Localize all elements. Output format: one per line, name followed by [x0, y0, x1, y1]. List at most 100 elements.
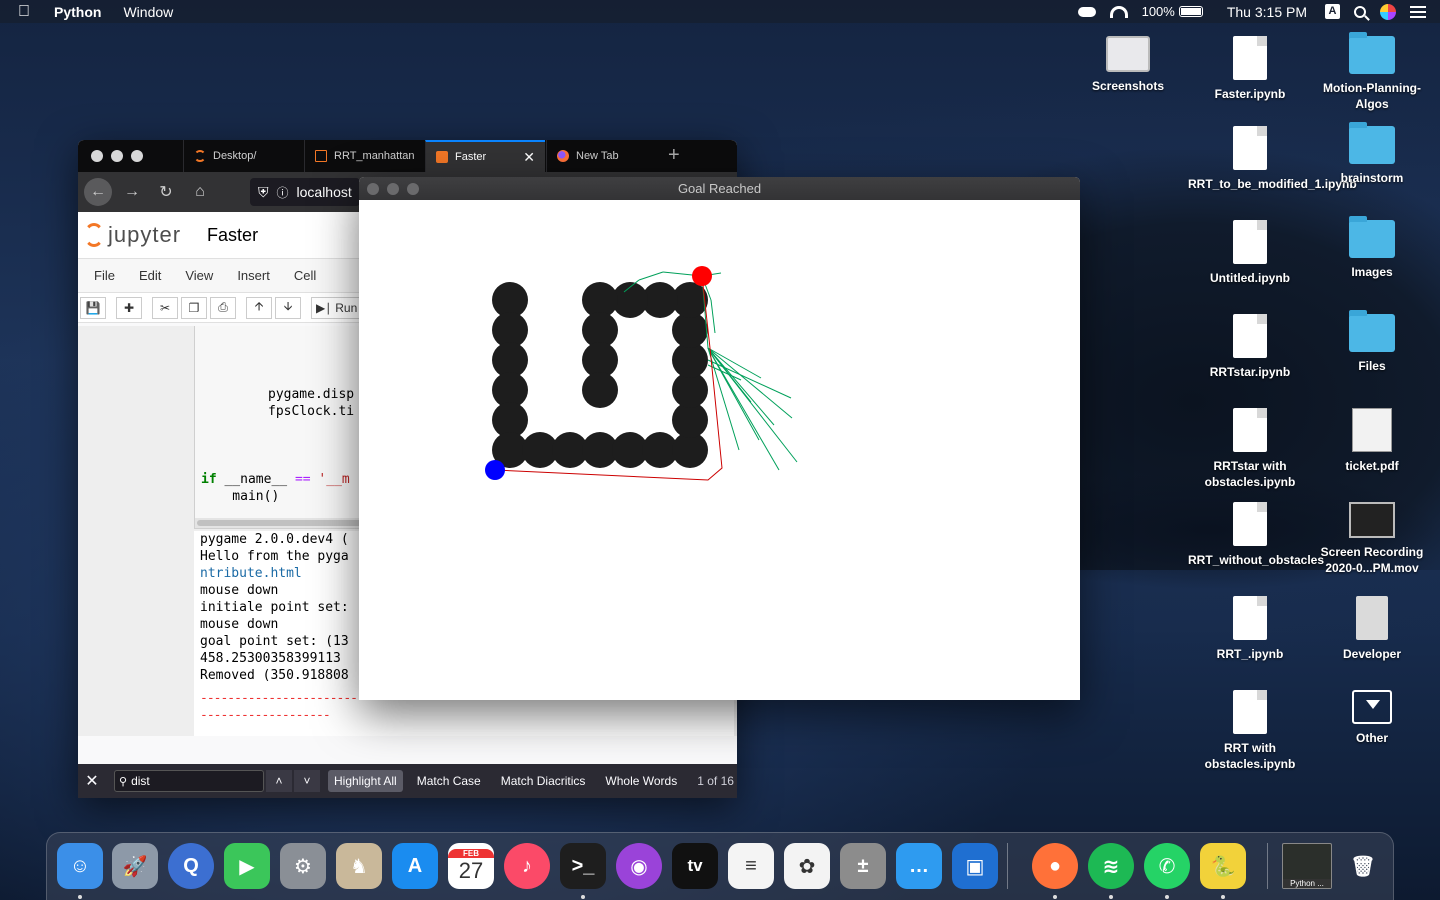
jupyter-logo[interactable]: jupyter — [84, 222, 181, 248]
wifi-icon[interactable] — [1109, 5, 1128, 18]
python-window-dock-icon[interactable]: Python ... — [1282, 843, 1332, 889]
match-case-toggle[interactable]: Match Case — [411, 770, 487, 792]
system-preferences-dock-icon[interactable]: ⚙ — [280, 843, 326, 889]
menu-cell[interactable]: Cell — [294, 268, 316, 283]
desktop-item[interactable]: brainstorm — [1310, 122, 1434, 186]
paste-icon[interactable]: ⎙ — [210, 296, 236, 319]
spotify-dock-icon[interactable]: ≋ — [1088, 843, 1134, 889]
move-down-icon[interactable]: 🡫 — [275, 296, 301, 319]
desktop-item[interactable]: Screenshots — [1066, 36, 1190, 94]
cut-icon[interactable]: ✂ — [152, 296, 178, 319]
home-button[interactable]: ⌂ — [186, 178, 214, 206]
menu-edit[interactable]: Edit — [139, 268, 161, 283]
calculator-dock-icon[interactable]: ± — [840, 843, 886, 889]
move-up-icon[interactable]: 🡩 — [246, 296, 272, 319]
url-bar[interactable]: ⛨ ⓘ localhost — [250, 178, 360, 206]
document-icon — [1233, 36, 1267, 80]
calendar-dock-icon[interactable]: FEB 27 — [448, 843, 494, 889]
tab-faster[interactable]: Faster ✕ — [425, 140, 545, 172]
spotlight-search-icon[interactable] — [1354, 5, 1366, 18]
menu-view[interactable]: View — [185, 268, 213, 283]
copy-icon[interactable]: ❐ — [181, 296, 207, 319]
terminal-dock-icon[interactable]: >_ — [560, 843, 606, 889]
close-find-icon[interactable]: ✕ — [78, 771, 106, 791]
save-icon[interactable]: 💾 — [80, 296, 106, 319]
tab-rrt-manhattan[interactable]: RRT_manhattan — [304, 140, 424, 172]
desktop-item[interactable]: Images — [1310, 216, 1434, 280]
desktop-item[interactable]: ticket.pdf — [1310, 408, 1434, 474]
tab-desktop[interactable]: Desktop/ — [183, 140, 303, 172]
pygame-title-bar[interactable]: Goal Reached — [359, 177, 1080, 200]
find-query: dist — [131, 774, 150, 788]
run-icon: ▶∣ — [316, 300, 332, 315]
chess-dock-icon[interactable]: ♞ — [336, 843, 382, 889]
zoom-window-button[interactable] — [407, 183, 419, 195]
desktop-item[interactable]: RRT_to_be_modified_1.ipynb — [1188, 126, 1357, 192]
battery-percent: 100% — [1141, 4, 1175, 19]
desktop-item[interactable]: Other — [1310, 690, 1434, 746]
close-window-button[interactable] — [367, 183, 379, 195]
desktop-item[interactable]: RRT_.ipynb — [1188, 596, 1312, 662]
desktop-item[interactable]: RRTstar with obstacles.ipynb — [1188, 408, 1312, 490]
desktop-item[interactable]: Screen Recording 2020-0...PM.mov — [1310, 502, 1434, 576]
reload-button[interactable]: ↻ — [152, 178, 180, 206]
input-source-icon[interactable]: A — [1325, 4, 1340, 19]
reminders-dock-icon[interactable]: ≡ — [728, 843, 774, 889]
find-previous-button[interactable]: ˄ — [266, 770, 292, 792]
run-button[interactable]: ▶∣ Run — [311, 296, 363, 319]
apple-tv-dock-icon[interactable]: tv — [672, 843, 718, 889]
desktop-item[interactable]: Untitled.ipynb — [1188, 220, 1312, 286]
back-button[interactable]: ← — [84, 178, 112, 206]
quicktime-dock-icon[interactable]: Q — [168, 843, 214, 889]
battery-icon[interactable] — [1178, 6, 1203, 17]
minimize-window-button[interactable] — [387, 183, 399, 195]
whole-words-toggle[interactable]: Whole Words — [599, 770, 683, 792]
clock[interactable]: Thu 3:15 PM — [1227, 4, 1307, 20]
desktop-item[interactable]: Faster.ipynb — [1188, 36, 1312, 102]
close-tab-icon[interactable]: ✕ — [523, 149, 535, 166]
python-launcher-dock-icon[interactable]: 🐍 — [1200, 843, 1246, 889]
document-icon — [1233, 408, 1267, 452]
minimize-window-button[interactable] — [111, 150, 123, 162]
photos-dock-icon[interactable]: ✿ — [784, 843, 830, 889]
forward-button[interactable]: → — [118, 178, 146, 206]
menu-app-name[interactable]: Python — [54, 4, 101, 20]
virtualbox-dock-icon[interactable]: ▣ — [952, 843, 998, 889]
notebook-title[interactable]: Faster — [207, 225, 258, 246]
firefox-dock-icon[interactable]: ● — [1032, 843, 1078, 889]
facetime-dock-icon[interactable]: ▶ — [224, 843, 270, 889]
menu-window[interactable]: Window — [123, 4, 173, 20]
info-icon[interactable]: ⓘ — [277, 184, 289, 201]
find-next-button[interactable]: ˅ — [294, 770, 320, 792]
match-diacritics-toggle[interactable]: Match Diacritics — [495, 770, 592, 792]
finder-dock-icon[interactable]: ☺ — [57, 843, 103, 889]
pygame-canvas[interactable] — [359, 200, 1080, 700]
desktop-item[interactable]: RRTstar.ipynb — [1188, 314, 1312, 380]
find-input[interactable]: ⚲ dist — [114, 770, 264, 792]
desktop-item[interactable]: RRT with obstacles.ipynb — [1188, 690, 1312, 772]
creative-cloud-icon[interactable] — [1077, 6, 1096, 17]
highlight-all-toggle[interactable]: Highlight All — [328, 770, 403, 792]
trash-dock-icon[interactable]: 🗑 — [1340, 843, 1386, 889]
tab-new-tab[interactable]: New Tab — [546, 140, 666, 172]
app-store-dock-icon[interactable]: A — [392, 843, 438, 889]
podcasts-dock-icon[interactable]: ◉ — [616, 843, 662, 889]
apple-icon[interactable]:  — [18, 3, 38, 21]
desktop-item[interactable]: RRT_without_obstacles — [1188, 502, 1324, 568]
new-tab-button[interactable]: + — [668, 144, 680, 167]
siri-icon[interactable] — [1380, 3, 1396, 20]
notification-center-icon[interactable] — [1410, 5, 1426, 18]
desktop-item[interactable]: Developer — [1310, 596, 1434, 662]
shield-icon[interactable]: ⛨ — [258, 184, 269, 201]
whatsapp-dock-icon[interactable]: ✆ — [1144, 843, 1190, 889]
messages-dock-icon[interactable]: … — [896, 843, 942, 889]
menu-file[interactable]: File — [94, 268, 115, 283]
zoom-window-button[interactable] — [131, 150, 143, 162]
insert-cell-icon[interactable]: ✚ — [116, 296, 142, 319]
desktop-item[interactable]: Files — [1310, 310, 1434, 374]
launchpad-dock-icon[interactable]: 🚀 — [112, 843, 158, 889]
desktop-item[interactable]: Motion-Planning-Algos — [1310, 32, 1434, 112]
close-window-button[interactable] — [91, 150, 103, 162]
music-dock-icon[interactable]: ♪ — [504, 843, 550, 889]
menu-insert[interactable]: Insert — [237, 268, 270, 283]
